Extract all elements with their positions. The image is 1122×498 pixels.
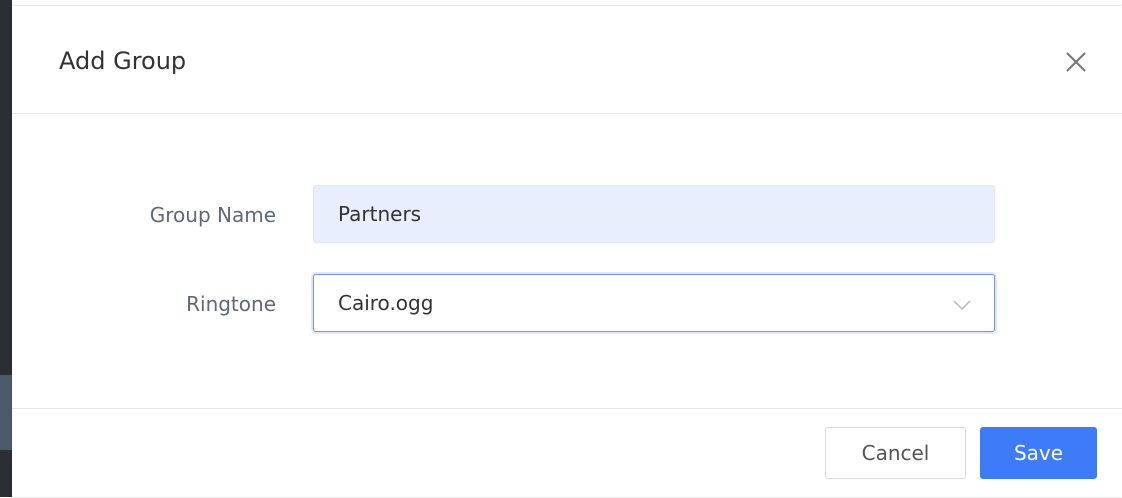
dialog-title: Add Group (59, 47, 187, 75)
ringtone-label: Ringtone (186, 292, 276, 316)
save-button[interactable]: Save (980, 427, 1097, 479)
cancel-button[interactable]: Cancel (825, 427, 966, 479)
page-backdrop-accent (0, 375, 12, 450)
dialog-header: Add Group (12, 6, 1122, 114)
close-icon (1066, 52, 1086, 72)
group-name-input[interactable] (313, 185, 995, 243)
ringtone-row: Ringtone Cairo.ogg (12, 274, 1122, 334)
group-name-label: Group Name (149, 203, 276, 227)
ringtone-select[interactable]: Cairo.ogg (313, 274, 995, 332)
close-button[interactable] (1058, 44, 1094, 80)
ringtone-selected-value: Cairo.ogg (338, 291, 434, 315)
add-group-dialog: Add Group Group Name Ringtone Cairo.ogg … (12, 6, 1122, 497)
chevron-down-icon (953, 300, 971, 311)
group-name-row: Group Name (12, 185, 1122, 245)
dialog-footer: Cancel Save (12, 408, 1122, 498)
